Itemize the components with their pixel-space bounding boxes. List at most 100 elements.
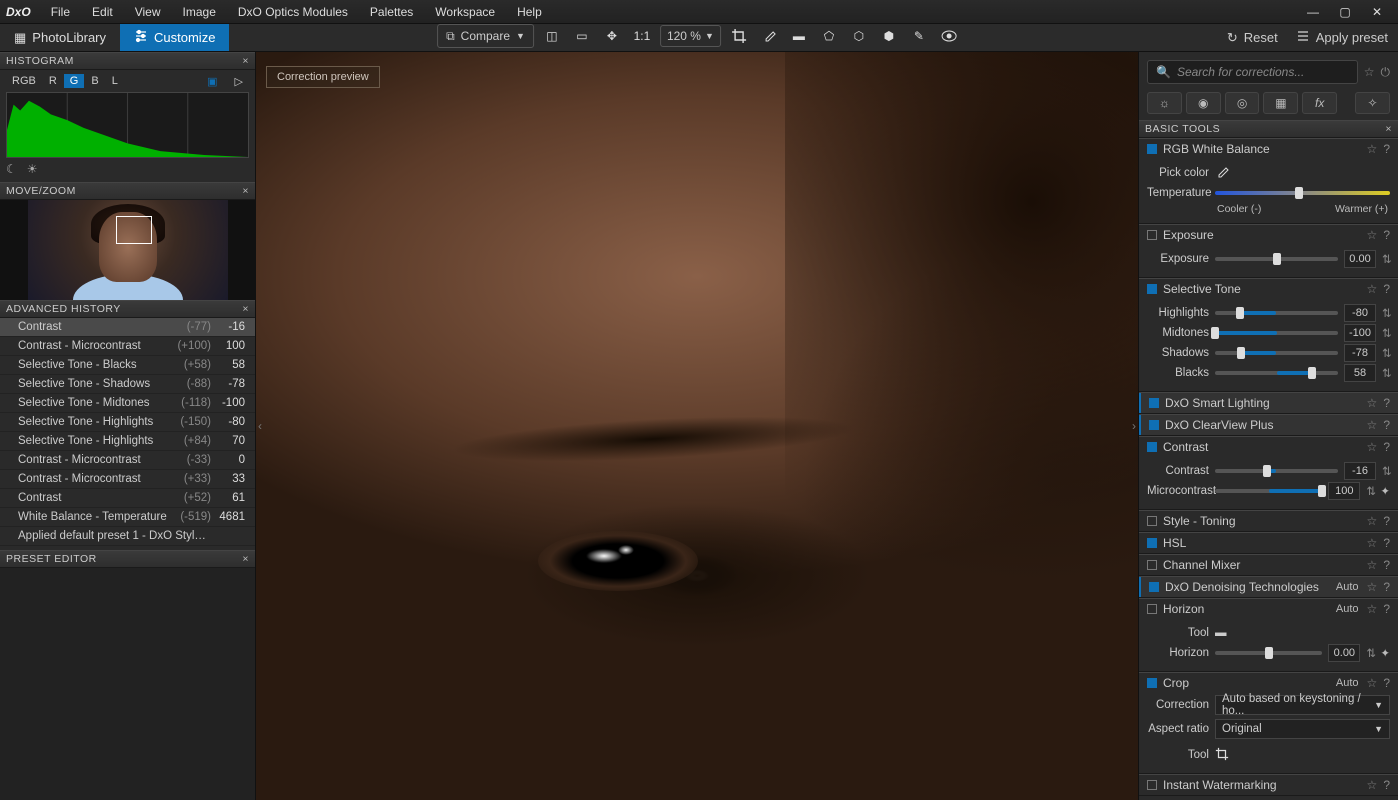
star-icon[interactable]: ☆ <box>1367 558 1378 572</box>
wand-icon[interactable]: ✦ <box>1380 646 1390 660</box>
history-item[interactable]: Contrast - Microcontrast(+33)33 <box>0 470 255 489</box>
help-icon[interactable]: ? <box>1383 536 1390 550</box>
star-icon[interactable]: ☆ <box>1367 778 1378 792</box>
param-slider[interactable] <box>1215 371 1338 375</box>
help-icon[interactable]: ? <box>1383 558 1390 572</box>
param-value[interactable]: -78 <box>1344 344 1376 362</box>
repair-tool-button[interactable]: ✎ <box>907 24 931 48</box>
star-icon[interactable]: ☆ <box>1367 676 1378 690</box>
basic-tools-header[interactable]: BASIC TOOLS × <box>1139 120 1398 138</box>
tab-customize[interactable]: Customize <box>120 24 229 51</box>
channel-rgb[interactable]: RGB <box>6 74 42 88</box>
movezoom-panel-header[interactable]: MOVE/ZOOM × <box>0 182 255 200</box>
cat-geometry-icon[interactable]: ▦ <box>1263 92 1298 114</box>
menu-optics[interactable]: DxO Optics Modules <box>228 1 358 23</box>
right-panel-grip[interactable]: › <box>1130 406 1138 446</box>
star-icon[interactable]: ☆ <box>1367 228 1378 242</box>
help-icon[interactable]: ? <box>1383 778 1390 792</box>
clipping-highlights-icon[interactable]: ▷ <box>229 74 249 89</box>
wand-icon[interactable]: ✦ <box>1380 484 1390 498</box>
tool-enable-checkbox[interactable] <box>1149 420 1159 430</box>
tool-enable-checkbox[interactable] <box>1147 780 1157 790</box>
horizon-tool-icon[interactable]: ▬ <box>1215 627 1227 639</box>
spinner-icon[interactable]: ⇅ <box>1366 484 1374 498</box>
close-icon[interactable]: × <box>1385 123 1392 135</box>
eye-preview-button[interactable] <box>937 24 961 48</box>
aspect-select[interactable]: Original ▼ <box>1215 719 1390 739</box>
history-item[interactable]: Contrast - Microcontrast(+100)100 <box>0 337 255 356</box>
histogram-panel-header[interactable]: HISTOGRAM × <box>0 52 255 70</box>
cat-detail-icon[interactable]: ◎ <box>1225 92 1260 114</box>
close-icon[interactable]: × <box>242 185 249 197</box>
param-value[interactable]: -100 <box>1344 324 1376 342</box>
history-item[interactable]: Selective Tone - Highlights(+84)70 <box>0 432 255 451</box>
param-slider[interactable] <box>1215 489 1322 493</box>
menu-file[interactable]: File <box>41 1 80 23</box>
window-minimize-button[interactable]: — <box>1298 2 1328 22</box>
exposure-slider[interactable] <box>1215 257 1338 261</box>
star-icon[interactable]: ☆ <box>1367 440 1378 454</box>
tool-header[interactable]: Instant Watermarking ☆ ? <box>1139 775 1398 795</box>
exposure-value[interactable]: 0.00 <box>1344 250 1376 268</box>
tool-enable-checkbox[interactable] <box>1147 284 1157 294</box>
star-icon[interactable]: ☆ <box>1367 418 1378 432</box>
help-icon[interactable]: ? <box>1383 602 1390 616</box>
help-icon[interactable]: ? <box>1383 440 1390 454</box>
tab-photolibrary[interactable]: ▦ PhotoLibrary <box>0 24 120 51</box>
history-item[interactable]: Selective Tone - Midtones(-118)-100 <box>0 394 255 413</box>
history-item[interactable]: Contrast(+52)61 <box>0 489 255 508</box>
close-icon[interactable]: × <box>242 303 249 315</box>
tool-header[interactable]: DxO ClearView Plus ☆ ? <box>1139 415 1398 435</box>
history-item[interactable]: White Balance - Temperature(-519)4681 <box>0 508 255 527</box>
channel-l[interactable]: L <box>106 74 124 88</box>
history-item[interactable]: Selective Tone - Highlights(-150)-80 <box>0 413 255 432</box>
horizon-slider[interactable] <box>1215 651 1322 655</box>
param-slider[interactable] <box>1215 311 1338 315</box>
move-tool-button[interactable]: ✥ <box>600 24 624 48</box>
spinner-icon[interactable]: ⇅ <box>1382 252 1390 266</box>
close-icon[interactable]: × <box>242 55 249 67</box>
tool-enable-checkbox[interactable] <box>1149 582 1159 592</box>
param-slider[interactable] <box>1215 351 1338 355</box>
keystone-tool-button[interactable]: ⬡ <box>847 24 871 48</box>
star-favorites-icon[interactable]: ☆ <box>1364 65 1375 79</box>
correction-select[interactable]: Auto based on keystoning / ho... ▼ <box>1215 695 1390 715</box>
tool-enable-checkbox[interactable] <box>1147 230 1157 240</box>
tool-header[interactable]: Style - Toning ☆ ? <box>1139 511 1398 531</box>
help-icon[interactable]: ? <box>1383 282 1390 296</box>
tool-header[interactable]: Channel Mixer ☆ ? <box>1139 555 1398 575</box>
split-view-button[interactable]: ◫ <box>540 24 564 48</box>
toggle-on-icon[interactable]: ⏻ <box>1381 65 1391 80</box>
channel-g[interactable]: G <box>64 74 85 88</box>
tool-enable-checkbox[interactable] <box>1147 560 1157 570</box>
star-icon[interactable]: ☆ <box>1367 282 1378 296</box>
spinner-icon[interactable]: ⇅ <box>1382 464 1390 478</box>
spinner-icon[interactable]: ⇅ <box>1382 366 1390 380</box>
tool-header[interactable]: HSL ☆ ? <box>1139 533 1398 553</box>
star-icon[interactable]: ☆ <box>1367 142 1378 156</box>
menu-workspace[interactable]: Workspace <box>425 1 505 23</box>
image-viewer[interactable]: Correction preview <box>256 52 1138 800</box>
eyedropper-button[interactable] <box>757 24 781 48</box>
history-item[interactable]: Contrast(-77)-16 <box>0 318 255 337</box>
close-icon[interactable]: × <box>242 553 249 565</box>
tool-header[interactable]: DxO Smart Lighting ☆ ? <box>1139 393 1398 413</box>
menu-palettes[interactable]: Palettes <box>360 1 423 23</box>
tool-header[interactable]: DxO Denoising Technologies Auto ☆ ? <box>1139 577 1398 597</box>
cat-wand-icon[interactable]: ✧ <box>1355 92 1390 114</box>
help-icon[interactable]: ? <box>1383 580 1390 594</box>
spinner-icon[interactable]: ⇅ <box>1382 326 1390 340</box>
cat-color-icon[interactable]: ◉ <box>1186 92 1221 114</box>
help-icon[interactable]: ? <box>1383 228 1390 242</box>
tool-header[interactable]: Horizon Auto ☆ ? <box>1139 599 1398 619</box>
menu-view[interactable]: View <box>125 1 171 23</box>
tool-enable-checkbox[interactable] <box>1147 144 1157 154</box>
help-icon[interactable]: ? <box>1383 676 1390 690</box>
help-icon[interactable]: ? <box>1383 418 1390 432</box>
param-slider[interactable] <box>1215 331 1338 335</box>
history-item[interactable]: Applied default preset 1 - DxO Style - N… <box>0 527 255 546</box>
mask-tool-button[interactable]: ⬢ <box>877 24 901 48</box>
tool-enable-checkbox[interactable] <box>1147 516 1157 526</box>
fit-11-button[interactable]: 1:1 <box>630 24 654 48</box>
menu-image[interactable]: Image <box>173 1 226 23</box>
